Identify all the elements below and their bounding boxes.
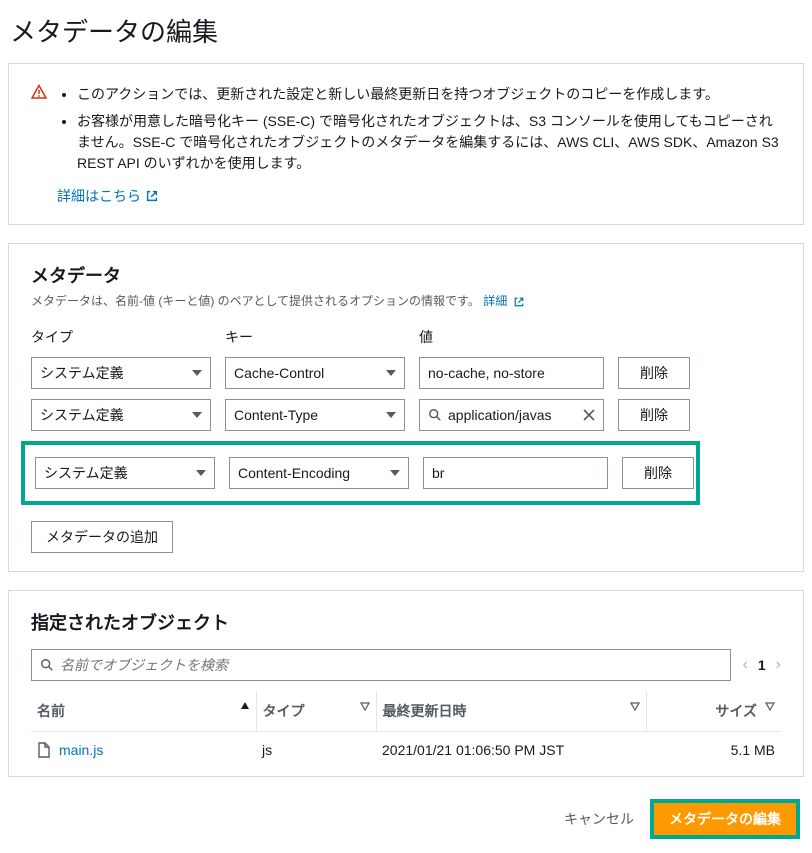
value-text: br: [432, 465, 444, 481]
submit-highlight: メタデータの編集: [650, 799, 800, 839]
type-select-value: システム定義: [40, 363, 124, 383]
type-select[interactable]: システム定義: [35, 457, 215, 489]
col-key-label: キー: [225, 327, 405, 347]
key-select-value: Content-Type: [234, 407, 318, 423]
table-row: main.js js 2021/01/21 01:06:50 PM JST 5.…: [31, 732, 781, 769]
type-select-value: システム定義: [44, 463, 128, 483]
remove-button[interactable]: 削除: [618, 399, 690, 431]
key-select[interactable]: Content-Encoding: [229, 457, 409, 489]
learn-more-label: 詳細はこちら: [57, 186, 141, 206]
value-input[interactable]: no-cache, no-store: [419, 357, 604, 389]
th-modified[interactable]: 最終更新日時: [383, 703, 467, 719]
search-icon: [428, 408, 442, 422]
footer-actions: キャンセル メタデータの編集: [8, 795, 804, 845]
search-icon: [40, 658, 54, 672]
metadata-desc: メタデータは、名前-値 (キーと値) のペアとして提供されるオプションの情報です…: [31, 292, 781, 309]
learn-more-link[interactable]: 詳細はこちら: [57, 186, 159, 206]
caret-down-icon: [192, 370, 202, 376]
value-input[interactable]: br: [423, 457, 608, 489]
type-select[interactable]: システム定義: [31, 357, 211, 389]
alert-panel: このアクションでは、更新された設定と新しい最終更新日を持つオブジェクトのコピーを…: [8, 63, 804, 225]
caret-down-icon: [196, 470, 206, 476]
warning-icon: [31, 84, 47, 103]
metadata-panel: メタデータ メタデータは、名前-値 (キーと値) のペアとして提供されるオプショ…: [8, 243, 804, 572]
remove-button[interactable]: 削除: [618, 357, 690, 389]
pagination: ‹ 1 ›: [743, 656, 781, 674]
highlighted-row: システム定義 Content-Encoding br 削除: [21, 441, 700, 505]
object-search-field[interactable]: [60, 657, 722, 673]
type-select-value: システム定義: [40, 405, 124, 425]
file-icon: [37, 742, 51, 758]
value-text: application/javas: [448, 407, 577, 423]
page-title: メタデータの編集: [10, 12, 804, 49]
alert-item: お客様が用意した暗号化キー (SSE-C) で暗号化されたオブジェクトは、S3 …: [77, 111, 781, 174]
cell-type: js: [256, 732, 376, 769]
submit-button[interactable]: メタデータの編集: [654, 803, 796, 835]
add-metadata-button[interactable]: メタデータの追加: [31, 521, 173, 553]
metadata-heading: メタデータ: [31, 262, 781, 288]
caret-down-icon: [386, 370, 396, 376]
external-link-icon: [145, 189, 159, 203]
page-number: 1: [758, 657, 766, 673]
alert-content: このアクションでは、更新された設定と新しい最終更新日を持つオブジェクトのコピーを…: [57, 82, 781, 180]
object-search-input[interactable]: [31, 649, 731, 681]
key-select-value: Content-Encoding: [238, 465, 350, 481]
caret-down-icon: [192, 412, 202, 418]
th-size[interactable]: サイズ: [715, 703, 757, 719]
sort-asc-icon[interactable]: [240, 701, 250, 711]
cell-modified: 2021/01/21 01:06:50 PM JST: [376, 732, 646, 769]
key-select[interactable]: Content-Type: [225, 399, 405, 431]
col-value-label: 値: [419, 327, 604, 347]
prev-page-button[interactable]: ‹: [743, 656, 748, 674]
value-text: no-cache, no-store: [428, 365, 545, 381]
caret-down-icon: [390, 470, 400, 476]
value-search-input[interactable]: application/javas: [419, 399, 604, 431]
remove-button[interactable]: 削除: [622, 457, 694, 489]
th-type[interactable]: タイプ: [263, 703, 305, 719]
clear-icon[interactable]: [583, 409, 595, 421]
metadata-desc-text: メタデータは、名前-値 (キーと値) のペアとして提供されるオプションの情報です…: [31, 294, 480, 308]
sort-icon[interactable]: [630, 701, 640, 711]
col-type-label: タイプ: [31, 327, 211, 347]
key-select[interactable]: Cache-Control: [225, 357, 405, 389]
objects-table: 名前 タイプ 最終更新日時 サイズ main.js js 2021/01/21 …: [31, 691, 781, 768]
sort-icon[interactable]: [765, 701, 775, 711]
type-select[interactable]: システム定義: [31, 399, 211, 431]
objects-heading: 指定されたオブジェクト: [31, 609, 781, 635]
next-page-button[interactable]: ›: [776, 656, 781, 674]
cancel-button[interactable]: キャンセル: [564, 809, 634, 829]
file-link[interactable]: main.js: [59, 742, 103, 758]
alert-item: このアクションでは、更新された設定と新しい最終更新日を持つオブジェクトのコピーを…: [77, 84, 781, 105]
key-select-value: Cache-Control: [234, 365, 324, 381]
metadata-desc-link[interactable]: 詳細: [483, 294, 524, 308]
objects-panel: 指定されたオブジェクト ‹ 1 › 名前 タイプ 最終更新日時 サイズ: [8, 590, 804, 777]
cell-size: 5.1 MB: [646, 732, 781, 769]
metadata-desc-link-label: 詳細: [483, 294, 507, 308]
caret-down-icon: [386, 412, 396, 418]
sort-icon[interactable]: [360, 701, 370, 711]
th-name[interactable]: 名前: [37, 703, 65, 719]
